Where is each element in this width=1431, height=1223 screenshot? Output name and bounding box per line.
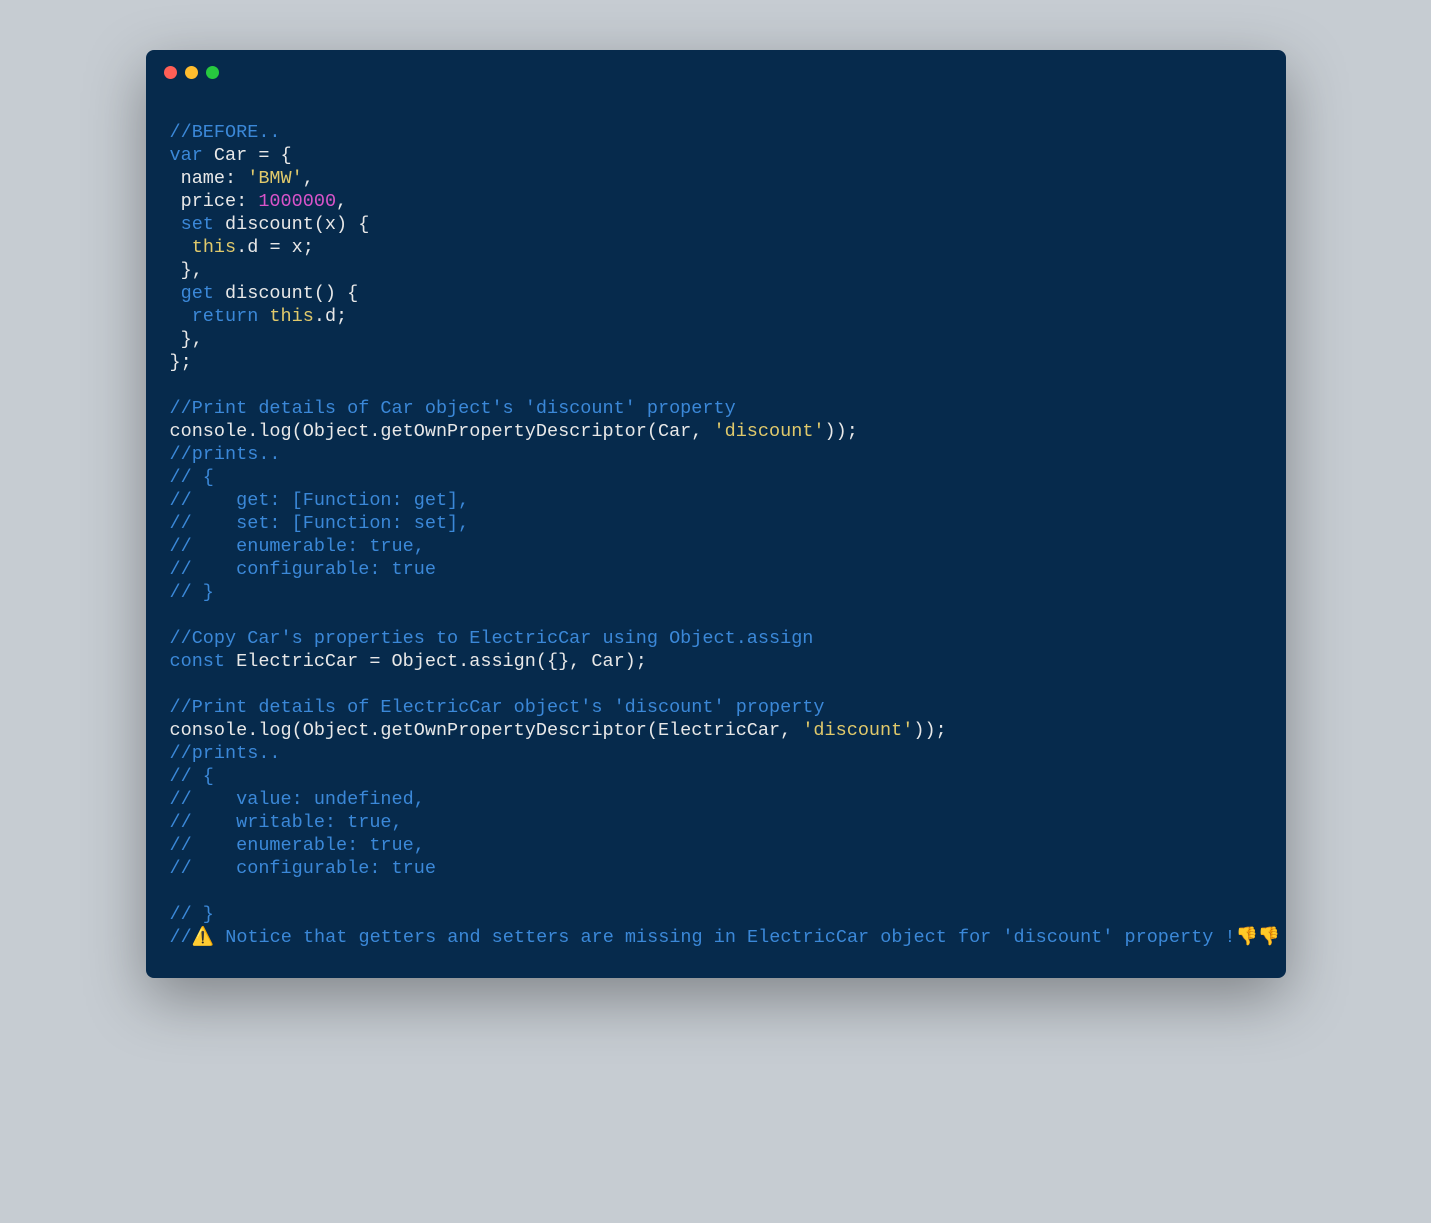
code-token: Car = { [203,145,292,166]
warning-icon: ⚠️ [192,928,214,948]
code-token: set [170,214,226,235]
code-token: , [303,168,314,189]
terminal-window: //BEFORE.. var Car = { name: 'BMW', pric… [146,50,1286,978]
code-token: )); [825,421,858,442]
window-titlebar [146,50,1286,94]
code-token: , [336,191,347,212]
code-token: get [170,283,226,304]
code-token: 1000000 [258,191,336,212]
code-line: // set: [Function: set], [170,513,470,534]
code-token: var [170,145,203,166]
code-token: console.log(Object.getOwnPropertyDescrip… [170,421,714,442]
code-token: name: [170,168,248,189]
code-line: //prints.. [170,444,281,465]
code-token: console.log(Object.getOwnPropertyDescrip… [170,720,803,741]
code-line: //BEFORE.. [170,122,281,143]
code-line: }, [170,260,203,281]
code-line: //Print details of ElectricCar object's … [170,697,825,718]
code-line: // writable: true, [170,812,403,833]
code-token: this [269,306,313,327]
code-token: this [192,237,236,258]
code-token: 'BMW' [247,168,303,189]
code-token: price: [170,191,259,212]
code-token: ElectricCar = Object.assign({}, Car); [225,651,647,672]
code-token: discount() { [225,283,358,304]
code-line: // configurable: true [170,858,436,879]
code-line: // configurable: true [170,559,436,580]
code-block: //BEFORE.. var Car = { name: 'BMW', pric… [146,94,1286,950]
code-token: discount(x) { [225,214,369,235]
code-token: // [170,927,192,948]
code-token: 'discount' [802,720,913,741]
code-line: // } [170,582,214,603]
code-line: //Print details of Car object's 'discoun… [170,398,736,419]
code-line: // get: [Function: get], [170,490,470,511]
code-line: // enumerable: true, [170,835,425,856]
code-line: // { [170,766,214,787]
code-line: //prints.. [170,743,281,764]
code-line: //Copy Car's properties to ElectricCar u… [170,628,814,649]
code-line: // enumerable: true, [170,536,425,557]
minimize-icon[interactable] [185,66,198,79]
code-token: Notice that getters and setters are miss… [214,927,1235,948]
code-token: .d = x; [236,237,314,258]
code-token: return [170,306,270,327]
close-icon[interactable] [164,66,177,79]
code-line: // value: undefined, [170,789,425,810]
thumbs-down-icon: 👎👎 [1236,928,1281,948]
code-line: }; [170,352,192,373]
code-line: }, [170,329,203,350]
code-token: .d; [314,306,347,327]
code-token: const [170,651,226,672]
maximize-icon[interactable] [206,66,219,79]
code-token [170,237,192,258]
code-line: // } [170,904,214,925]
code-token: )); [913,720,946,741]
code-line: // { [170,467,214,488]
code-token: 'discount' [714,421,825,442]
